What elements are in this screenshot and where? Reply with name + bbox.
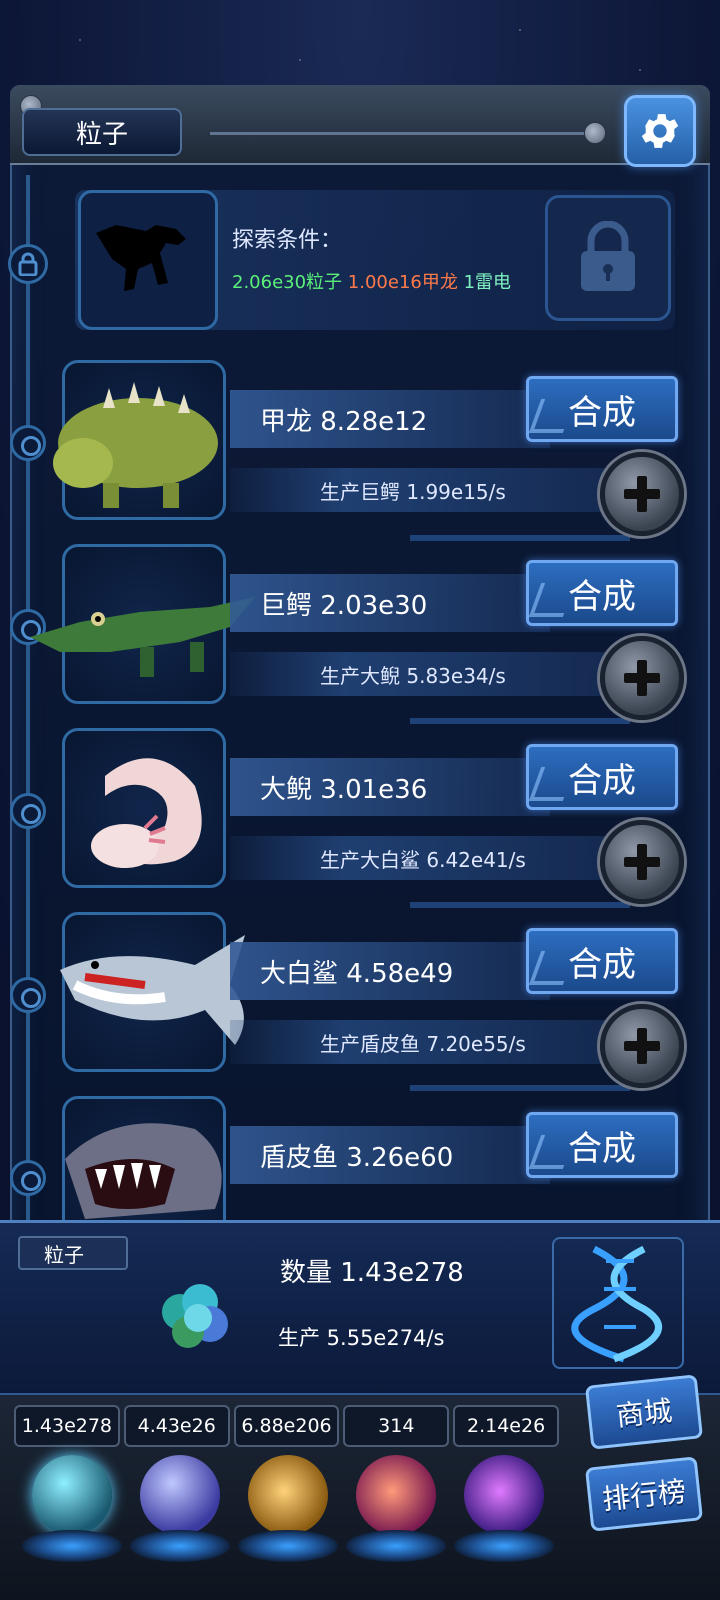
count-vortex: 2.14e26 bbox=[453, 1405, 559, 1447]
settings-button[interactable] bbox=[624, 95, 696, 167]
plus-icon bbox=[624, 476, 660, 512]
creature-production: 生产大鲵 5.83e34/s bbox=[230, 652, 610, 696]
unlock-button[interactable] bbox=[545, 195, 671, 321]
orb-pedestal bbox=[238, 1530, 338, 1562]
screw-icon bbox=[584, 122, 606, 144]
creature-name-count: 甲龙 8.28e12 bbox=[230, 390, 550, 448]
count-lightning: 4.43e26 bbox=[123, 1405, 230, 1447]
requirement-thunder: 1雷电 bbox=[463, 272, 512, 293]
leaderboard-button[interactable]: 排行榜 bbox=[584, 1456, 704, 1532]
creature-production: 生产盾皮鱼 7.20e55/s bbox=[230, 1020, 610, 1064]
nebula-orb-icon bbox=[248, 1455, 328, 1535]
creature-name-count: 大白鲨 4.58e49 bbox=[230, 942, 550, 1000]
merge-button[interactable]: 合成 bbox=[526, 376, 678, 442]
creature-row-crocodile: 巨鳄 2.03e30 生产大鲵 5.83e34/s 合成 bbox=[0, 544, 720, 720]
condition-title: 探索条件： bbox=[232, 228, 343, 253]
orb-particles-button[interactable] bbox=[22, 1455, 122, 1575]
gear-icon bbox=[641, 114, 679, 148]
add-button[interactable] bbox=[600, 1004, 684, 1088]
resource-tag: 粒子 bbox=[18, 1236, 128, 1270]
timeline-lock-icon bbox=[8, 244, 48, 284]
dna-icon bbox=[552, 1237, 684, 1369]
creature-name-count: 巨鳄 2.03e30 bbox=[230, 574, 550, 632]
creature-portrait bbox=[62, 728, 226, 888]
resource-counts: 1.43e278 4.43e26 6.88e206 314 2.14e26 bbox=[14, 1405, 559, 1447]
count-particles: 1.43e278 bbox=[14, 1405, 120, 1447]
orb-lightning-button[interactable] bbox=[130, 1455, 230, 1575]
resource-production: 生产 5.55e274/s bbox=[278, 1326, 445, 1350]
orb-pedestal bbox=[130, 1530, 230, 1562]
brain-orb-icon bbox=[356, 1455, 436, 1535]
creature-row-ankylosaurus: 甲龙 8.28e12 生产巨鳄 1.99e15/s 合成 bbox=[0, 360, 720, 536]
plus-icon bbox=[624, 660, 660, 696]
merge-button[interactable]: 合成 bbox=[526, 928, 678, 994]
creature-name-count: 大鲵 3.01e36 bbox=[230, 758, 550, 816]
count-brain: 314 bbox=[343, 1405, 450, 1447]
creature-portrait bbox=[30, 544, 255, 704]
creature-production: 生产巨鳄 1.99e15/s bbox=[230, 468, 610, 512]
add-button[interactable] bbox=[600, 452, 684, 536]
orb-vortex-button[interactable] bbox=[454, 1455, 554, 1575]
vortex-orb-icon bbox=[464, 1455, 544, 1535]
particle-icon bbox=[162, 1284, 228, 1348]
merge-button[interactable]: 合成 bbox=[526, 560, 678, 626]
plus-icon bbox=[624, 1028, 660, 1064]
merge-button[interactable]: 合成 bbox=[526, 744, 678, 810]
creature-name-count: 盾皮鱼 3.26e60 bbox=[230, 1126, 550, 1184]
orb-pedestal bbox=[346, 1530, 446, 1562]
merge-button[interactable]: 合成 bbox=[526, 1112, 678, 1178]
shop-button[interactable]: 商城 bbox=[584, 1374, 704, 1450]
resource-quantity: 数量 1.43e278 bbox=[280, 1258, 464, 1288]
lightning-orb-icon bbox=[140, 1455, 220, 1535]
count-nebula: 6.88e206 bbox=[233, 1405, 340, 1447]
add-button[interactable] bbox=[600, 820, 684, 904]
particle-orb-icon bbox=[32, 1455, 112, 1535]
orb-brain-button[interactable] bbox=[346, 1455, 446, 1575]
creature-row-salamander: 大鲵 3.01e36 生产大白鲨 6.42e41/s 合成 bbox=[0, 728, 720, 904]
creature-portrait bbox=[60, 912, 245, 1072]
locked-creature-silhouette bbox=[78, 190, 218, 330]
requirement-particles: 2.06e30粒子 bbox=[232, 272, 343, 293]
orb-pedestal bbox=[22, 1530, 122, 1562]
creature-portrait bbox=[53, 360, 226, 520]
lock-icon bbox=[581, 221, 635, 291]
requirement-ankylosaurus: 1.00e16甲龙 bbox=[347, 272, 458, 293]
orb-pedestal bbox=[454, 1530, 554, 1562]
current-resource-label: 粒子 bbox=[22, 108, 182, 156]
add-button[interactable] bbox=[600, 636, 684, 720]
creature-production: 生产大白鲨 6.42e41/s bbox=[230, 836, 610, 880]
condition-requirements: 2.06e30粒子 1.00e16甲龙 1雷电 bbox=[232, 268, 511, 294]
orb-nebula-button[interactable] bbox=[238, 1455, 338, 1575]
plus-icon bbox=[624, 844, 660, 880]
creature-row-shark: 大白鲨 4.58e49 生产盾皮鱼 7.20e55/s 合成 bbox=[0, 912, 720, 1088]
